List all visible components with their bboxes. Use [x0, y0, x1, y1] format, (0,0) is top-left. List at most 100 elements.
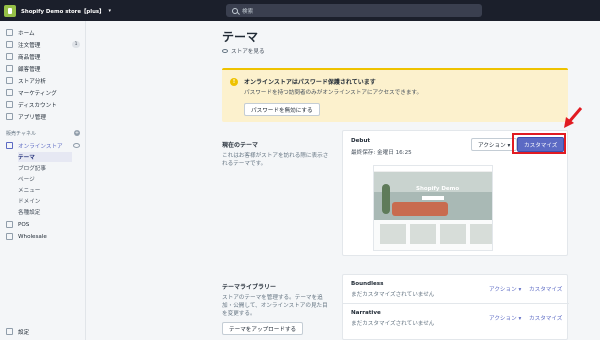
- sales-channels-label: 販売チャネル: [6, 130, 36, 137]
- sidebar-item-home[interactable]: ホーム: [0, 27, 86, 38]
- library-theme-actions[interactable]: アクション ▾: [489, 314, 521, 322]
- sidebar-item-orders[interactable]: 注文管理 1: [0, 39, 86, 50]
- orders-icon: [6, 41, 13, 48]
- last-saved-text: 最終保存: 金曜日 16:25: [351, 150, 412, 156]
- sidebar-item-analytics[interactable]: ストア分析: [0, 75, 86, 86]
- sidebar-subitem-pages[interactable]: ページ: [18, 174, 72, 184]
- sidebar-item-label: 顧客管理: [18, 66, 41, 73]
- sidebar: ホーム 注文管理 1 商品管理 顧客管理 ストア分析 マーケティング ディスカウ…: [0, 21, 86, 340]
- sidebar-item-pos[interactable]: POS: [0, 219, 86, 230]
- sidebar-subitem-navigation[interactable]: メニュー: [18, 185, 72, 195]
- view-store-label: ストアを見る: [231, 49, 265, 55]
- top-bar: Shopify Demo store【plus】 ▾ 検索: [0, 0, 600, 21]
- apps-icon: [6, 113, 13, 120]
- sidebar-subitem-domains[interactable]: ドメイン: [18, 196, 72, 206]
- sidebar-item-wholesale[interactable]: Wholesale: [0, 231, 86, 242]
- sidebar-item-settings[interactable]: 設定: [0, 326, 86, 337]
- theme-preview-image: Shopify Demo: [373, 165, 493, 251]
- current-theme-heading: 現在のテーマ: [222, 142, 259, 149]
- sidebar-item-label: マーケティング: [18, 90, 57, 97]
- discount-icon: [6, 101, 13, 108]
- banner-text: パスワードを持つ訪問者のみがオンラインストアにアクセスできます。: [244, 90, 423, 96]
- search-icon: [232, 7, 238, 14]
- sidebar-item-label: アプリ管理: [18, 114, 46, 121]
- sidebar-item-label: ホーム: [18, 30, 35, 37]
- sidebar-subitem-label: ブログ記事: [18, 166, 46, 172]
- marketing-icon: [6, 89, 13, 96]
- search-input[interactable]: 検索: [226, 4, 482, 17]
- library-theme-customize[interactable]: カスタマイズ: [529, 314, 562, 322]
- preview-title: Shopify Demo: [416, 186, 460, 192]
- password-protection-banner: ! オンラインストアはパスワード保護されています パスワードを持つ訪問者のみがオ…: [222, 68, 568, 122]
- theme-library-description: ストアのテーマを管理する。テーマを追加・公開して、オンラインストアの見た目を変更…: [222, 295, 328, 317]
- sidebar-item-apps[interactable]: アプリ管理: [0, 111, 86, 122]
- banner-title: オンラインストアはパスワード保護されています: [244, 79, 376, 86]
- library-theme-actions[interactable]: アクション ▾: [489, 285, 521, 293]
- sidebar-item-label: 注文管理: [18, 42, 41, 49]
- sidebar-item-label: 商品管理: [18, 54, 41, 61]
- view-store-eye-icon[interactable]: [73, 143, 80, 148]
- current-theme-description: これはお客様がストアを訪れる際に表示されるテーマです。: [222, 153, 329, 167]
- view-store-link[interactable]: ストアを見る: [222, 47, 265, 55]
- sidebar-item-marketing[interactable]: マーケティング: [0, 87, 86, 98]
- sidebar-item-label: Wholesale: [18, 233, 47, 240]
- sidebar-item-customers[interactable]: 顧客管理: [0, 63, 86, 74]
- sidebar-subitem-label: ドメイン: [18, 199, 41, 205]
- search-placeholder: 検索: [242, 8, 254, 15]
- sidebar-item-products[interactable]: 商品管理: [0, 51, 86, 62]
- sidebar-item-label: ストア分析: [18, 78, 46, 85]
- analytics-icon: [6, 77, 13, 84]
- theme-actions-dropdown[interactable]: アクション ▾: [471, 138, 518, 151]
- sidebar-subitem-label: 各種設定: [18, 210, 41, 216]
- preview-tile: [380, 224, 406, 244]
- upload-theme-button[interactable]: テーマをアップロードする: [222, 322, 304, 335]
- preview-sofa: [392, 202, 448, 216]
- current-theme-name: Debut: [351, 138, 371, 144]
- row-divider: [343, 303, 569, 304]
- library-theme-customize[interactable]: カスタマイズ: [529, 285, 562, 293]
- sidebar-item-label: オンラインストア: [18, 143, 63, 150]
- chevron-down-icon: ▾: [108, 7, 112, 14]
- add-channel-icon[interactable]: +: [74, 130, 80, 136]
- sidebar-subitem-preferences[interactable]: 各種設定: [18, 207, 72, 217]
- sidebar-item-label: POS: [18, 221, 30, 228]
- store-icon: [6, 142, 13, 149]
- sales-channels-heading: 販売チャネル +: [6, 128, 80, 138]
- preview-tile: [440, 224, 466, 244]
- home-icon: [6, 29, 13, 36]
- customers-icon: [6, 65, 13, 72]
- red-arrow-icon: [564, 107, 583, 128]
- warning-icon: !: [230, 78, 238, 86]
- library-theme-status: まだカスタマイズされていません: [351, 321, 435, 327]
- sidebar-subitem-label: ページ: [18, 177, 35, 183]
- page-title: テーマ: [222, 30, 259, 44]
- sidebar-item-label: 設定: [18, 329, 30, 336]
- gear-icon: [6, 328, 13, 335]
- library-theme-name: Boundless: [351, 281, 384, 287]
- preview-plant: [382, 184, 390, 214]
- store-switcher[interactable]: Shopify Demo store【plus】 ▾: [4, 4, 111, 17]
- pos-icon: [6, 221, 13, 228]
- customize-highlight-box: [512, 133, 566, 154]
- sidebar-subitem-label: テーマ: [18, 155, 35, 161]
- theme-library-heading: テーマライブラリー: [222, 284, 277, 291]
- library-theme-name: Narrative: [351, 310, 381, 316]
- disable-password-button[interactable]: パスワードを無効にする: [244, 103, 320, 116]
- preview-button: [422, 196, 444, 200]
- sidebar-subitem-label: メニュー: [18, 188, 41, 194]
- sidebar-subitem-themes[interactable]: テーマ: [18, 152, 72, 162]
- sidebar-item-discounts[interactable]: ディスカウント: [0, 99, 86, 110]
- library-theme-status: まだカスタマイズされていません: [351, 292, 435, 298]
- tag-icon: [6, 53, 13, 60]
- store-name: Shopify Demo store【plus】: [21, 8, 105, 15]
- wholesale-icon: [6, 233, 13, 240]
- preview-tile: [410, 224, 436, 244]
- orders-count-badge: 1: [72, 41, 80, 48]
- theme-library-card: Boundless まだカスタマイズされていません アクション ▾ カスタマイズ…: [342, 274, 569, 340]
- shopify-bag-icon: [4, 4, 16, 17]
- sidebar-item-label: ディスカウント: [18, 102, 57, 109]
- sidebar-subitem-blog[interactable]: ブログ記事: [18, 163, 72, 173]
- sidebar-item-online-store[interactable]: オンラインストア: [0, 140, 86, 151]
- eye-icon: [222, 49, 228, 53]
- preview-tile: [470, 224, 492, 244]
